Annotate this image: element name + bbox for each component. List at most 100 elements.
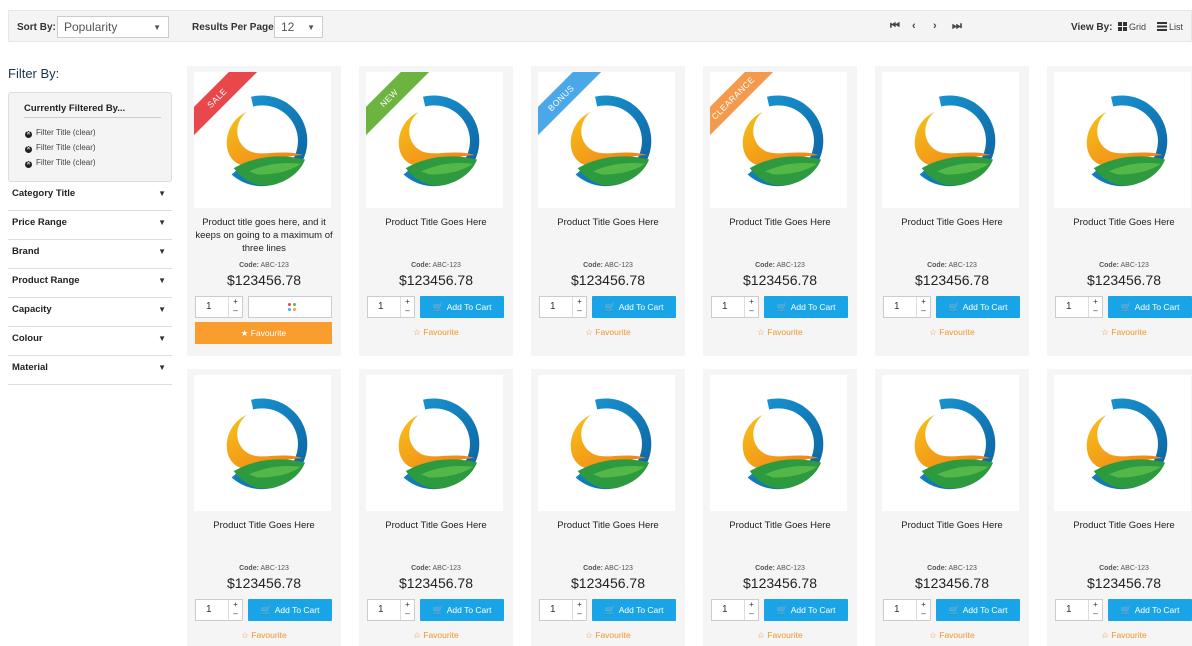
per-page-select[interactable]: 12 ▼ <box>274 16 323 38</box>
product-card[interactable]: Product Title Goes Here Code: ABC-123 $123… <box>531 369 685 646</box>
product-image[interactable] <box>882 375 1019 511</box>
product-title[interactable]: Product Title Goes Here <box>709 216 851 229</box>
quantity-stepper[interactable]: 1 + – <box>195 296 243 318</box>
quantity-value[interactable]: 1 <box>1066 301 1072 312</box>
current-filter-item[interactable]: ✕ Filter Title (clear) <box>25 143 96 153</box>
quantity-step-icons[interactable]: + – <box>916 600 930 620</box>
product-image[interactable] <box>1054 72 1191 208</box>
quantity-step-icons[interactable]: + – <box>1088 600 1102 620</box>
view-grid-button[interactable]: Grid <box>1118 22 1146 32</box>
view-list-button[interactable]: List <box>1157 22 1183 32</box>
product-title[interactable]: Product Title Goes Here <box>881 519 1023 532</box>
favourite-link[interactable]: ☆ Favourite <box>703 327 857 338</box>
favourite-link[interactable]: ☆ Favourite <box>359 630 513 641</box>
facet-product-range[interactable]: Product Range ▼ <box>8 269 172 298</box>
product-title[interactable]: Product Title Goes Here <box>709 519 851 532</box>
product-image[interactable] <box>366 375 503 511</box>
product-image[interactable] <box>710 375 847 511</box>
product-card[interactable]: BONUS Product Title Goes Here Code: ABC-12… <box>531 66 685 356</box>
product-image[interactable] <box>194 375 331 511</box>
next-page-icon[interactable]: › <box>933 20 937 32</box>
quantity-value[interactable]: 1 <box>550 301 556 312</box>
favourite-link[interactable]: ☆ Favourite <box>703 630 857 641</box>
product-image[interactable] <box>882 72 1019 208</box>
facet-colour[interactable]: Colour ▼ <box>8 327 172 356</box>
quantity-stepper[interactable]: 1 + – <box>1055 599 1103 621</box>
facet-capacity[interactable]: Capacity ▼ <box>8 298 172 327</box>
quantity-step-icons[interactable]: + – <box>228 600 242 620</box>
quantity-step-icons[interactable]: + – <box>400 297 414 317</box>
quantity-step-icons[interactable]: + – <box>744 600 758 620</box>
product-image[interactable]: NEW <box>366 72 503 208</box>
quantity-value[interactable]: 1 <box>550 604 556 615</box>
current-filter-item[interactable]: ✕ Filter Title (clear) <box>25 158 96 168</box>
quantity-step-icons[interactable]: + – <box>916 297 930 317</box>
current-filter-item[interactable]: ✕ Filter Title (clear) <box>25 128 96 138</box>
quantity-stepper[interactable]: 1 + – <box>367 599 415 621</box>
favourite-link[interactable]: ☆ Favourite <box>531 327 685 338</box>
add-to-cart-button[interactable]: 🛒 Add To Cart <box>248 599 332 621</box>
facet-brand[interactable]: Brand ▼ <box>8 240 172 269</box>
product-card[interactable]: Product Title Goes Here Code: ABC-123 $123… <box>187 369 341 646</box>
product-image[interactable] <box>538 375 675 511</box>
product-title[interactable]: Product Title Goes Here <box>1053 519 1192 532</box>
product-title[interactable]: Product Title Goes Here <box>1053 216 1192 229</box>
quantity-stepper[interactable]: 1 + – <box>195 599 243 621</box>
quantity-stepper[interactable]: 1 + – <box>539 599 587 621</box>
facet-material[interactable]: Material ▼ <box>8 356 172 385</box>
add-to-cart-button[interactable]: 🛒 Add To Cart <box>936 296 1020 318</box>
add-to-cart-button[interactable]: 🛒 Add To Cart <box>1108 599 1192 621</box>
product-image[interactable]: CLEARANCE <box>710 72 847 208</box>
quantity-stepper[interactable]: 1 + – <box>711 296 759 318</box>
add-to-cart-button[interactable]: 🛒 Add To Cart <box>592 599 676 621</box>
first-page-icon[interactable]: ⏮ <box>890 20 900 33</box>
quantity-value[interactable]: 1 <box>206 604 212 615</box>
favourite-link[interactable]: ☆ Favourite <box>1047 630 1192 641</box>
product-image[interactable]: SALE <box>194 72 331 208</box>
quantity-step-icons[interactable]: + – <box>228 297 242 317</box>
quantity-step-icons[interactable]: + – <box>572 297 586 317</box>
product-card[interactable]: Product Title Goes Here Code: ABC-123 $123… <box>1047 66 1192 356</box>
product-title[interactable]: Product Title Goes Here <box>881 216 1023 229</box>
last-page-icon[interactable]: ⏭ <box>952 20 962 33</box>
product-image[interactable] <box>1054 375 1191 511</box>
quantity-step-icons[interactable]: + – <box>572 600 586 620</box>
facet-category-title[interactable]: Category Title ▼ <box>8 182 172 211</box>
quantity-stepper[interactable]: 1 + – <box>1055 296 1103 318</box>
quantity-value[interactable]: 1 <box>378 301 384 312</box>
product-card[interactable]: CLEARANCE Product Title Goes Here Code: AB… <box>703 66 857 356</box>
product-card[interactable]: Product Title Goes Here Code: ABC-123 $123… <box>875 369 1029 646</box>
add-to-cart-button[interactable]: 🛒 Add To Cart <box>592 296 676 318</box>
quantity-stepper[interactable]: 1 + – <box>883 599 931 621</box>
favourite-link[interactable]: ☆ Favourite <box>875 327 1029 338</box>
quantity-stepper[interactable]: 1 + – <box>883 296 931 318</box>
product-card[interactable]: Product Title Goes Here Code: ABC-123 $123… <box>1047 369 1192 646</box>
favourite-link[interactable]: ☆ Favourite <box>1047 327 1192 338</box>
add-to-cart-button[interactable]: 🛒 Add To Cart <box>936 599 1020 621</box>
prev-page-icon[interactable]: ‹ <box>912 20 916 32</box>
product-title[interactable]: Product Title Goes Here <box>537 519 679 532</box>
add-to-cart-button[interactable]: 🛒 Add To Cart <box>1108 296 1192 318</box>
product-title[interactable]: Product Title Goes Here <box>193 519 335 532</box>
add-to-cart-button[interactable]: 🛒 Add To Cart <box>420 599 504 621</box>
quantity-step-icons[interactable]: + – <box>400 600 414 620</box>
product-card[interactable]: Product Title Goes Here Code: ABC-123 $123… <box>875 66 1029 356</box>
product-card[interactable]: Product Title Goes Here Code: ABC-123 $123… <box>703 369 857 646</box>
product-card[interactable]: SALE Product title goes here, and it keep… <box>187 66 341 356</box>
product-card[interactable]: Product Title Goes Here Code: ABC-123 $123… <box>359 369 513 646</box>
product-title[interactable]: Product Title Goes Here <box>537 216 679 229</box>
product-image[interactable]: BONUS <box>538 72 675 208</box>
favourite-link[interactable]: ☆ Favourite <box>875 630 1029 641</box>
facet-price-range[interactable]: Price Range ▼ <box>8 211 172 240</box>
add-to-cart-button[interactable]: 🛒 Add To Cart <box>764 599 848 621</box>
favourite-button[interactable]: ★ Favourite <box>195 322 332 344</box>
quantity-value[interactable]: 1 <box>894 604 900 615</box>
quantity-stepper[interactable]: 1 + – <box>539 296 587 318</box>
quantity-value[interactable]: 1 <box>894 301 900 312</box>
add-to-cart-button[interactable]: 🛒 Add To Cart <box>420 296 504 318</box>
product-card[interactable]: NEW Product Title Goes Here Code: ABC-123 $… <box>359 66 513 356</box>
product-title[interactable]: Product Title Goes Here <box>365 216 507 229</box>
product-title[interactable]: Product Title Goes Here <box>365 519 507 532</box>
quantity-stepper[interactable]: 1 + – <box>367 296 415 318</box>
remove-filter-icon[interactable]: ✕ <box>25 146 32 153</box>
